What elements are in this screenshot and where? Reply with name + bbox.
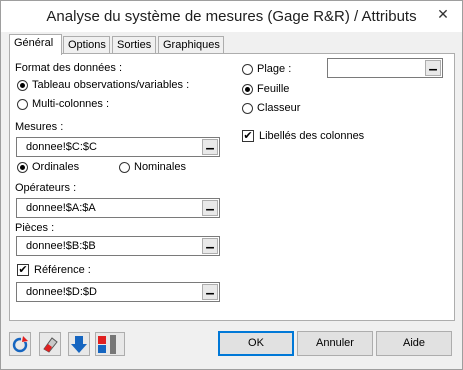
pieces-picker-button[interactable]: ▁ bbox=[202, 238, 218, 254]
tab-sorties[interactable]: Sorties bbox=[112, 36, 156, 54]
ok-button[interactable]: OK bbox=[218, 331, 294, 356]
nominales-label: Nominales bbox=[134, 161, 186, 173]
ordinales-radio[interactable] bbox=[17, 162, 28, 173]
down-arrow-icon bbox=[71, 336, 87, 353]
tab-options[interactable]: Options bbox=[63, 36, 110, 54]
operateurs-value: donnee!$A:$A bbox=[26, 202, 96, 214]
color-blocks-button[interactable] bbox=[95, 332, 125, 356]
feuille-label: Feuille bbox=[257, 83, 290, 95]
plage-field[interactable]: ▁ bbox=[327, 58, 443, 78]
mesures-picker-button[interactable]: ▁ bbox=[202, 139, 218, 155]
tab-graphiques[interactable]: Graphiques bbox=[158, 36, 224, 54]
tab-general[interactable]: Général bbox=[9, 34, 62, 55]
pieces-label: Pièces : bbox=[15, 222, 55, 234]
close-button[interactable]: ✕ bbox=[432, 5, 454, 23]
help-button[interactable]: Aide bbox=[376, 331, 452, 356]
format-table-radio[interactable] bbox=[17, 80, 28, 91]
plage-picker-button[interactable]: ▁ bbox=[425, 60, 441, 76]
cancel-button[interactable]: Annuler bbox=[297, 331, 373, 356]
mesures-label: Mesures : bbox=[15, 121, 64, 133]
general-panel: Format des données : Tableau observation… bbox=[9, 53, 455, 321]
format-label: Format des données : bbox=[15, 62, 123, 74]
ordinales-label: Ordinales bbox=[32, 161, 80, 173]
operateurs-field[interactable]: donnee!$A:$A ▁ bbox=[16, 198, 220, 218]
operateurs-picker-button[interactable]: ▁ bbox=[202, 200, 218, 216]
mesures-value: donnee!$C:$C bbox=[26, 141, 97, 153]
dialog-window: Analyse du système de mesures (Gage R&R)… bbox=[0, 0, 463, 370]
window-title: Analyse du système de mesures (Gage R&R)… bbox=[46, 8, 417, 25]
pieces-field[interactable]: donnee!$B:$B ▁ bbox=[16, 236, 220, 256]
plage-label: Plage : bbox=[257, 63, 292, 75]
reset-icon bbox=[12, 336, 28, 353]
down-arrow-button[interactable] bbox=[68, 332, 90, 356]
reference-field[interactable]: donnee!$D:$D ▁ bbox=[16, 282, 220, 302]
reset-button[interactable] bbox=[9, 332, 31, 356]
title-bar: Analyse du système de mesures (Gage R&R)… bbox=[1, 1, 462, 32]
reference-value: donnee!$D:$D bbox=[26, 286, 97, 298]
format-table-label: Tableau observations/variables : bbox=[32, 79, 190, 91]
eraser-icon bbox=[43, 337, 58, 353]
feuille-radio[interactable] bbox=[242, 84, 253, 95]
mesures-field[interactable]: donnee!$C:$C ▁ bbox=[16, 137, 220, 157]
column-labels-label: Libellés des colonnes bbox=[259, 130, 365, 142]
pieces-value: donnee!$B:$B bbox=[26, 240, 96, 252]
color-blocks-icon bbox=[98, 335, 116, 354]
column-labels-checkbox[interactable]: ✔ bbox=[242, 130, 254, 142]
classeur-label: Classeur bbox=[257, 102, 301, 114]
plage-radio[interactable] bbox=[242, 64, 253, 75]
format-multicol-radio[interactable] bbox=[17, 99, 28, 110]
nominales-radio[interactable] bbox=[119, 162, 130, 173]
operateurs-label: Opérateurs : bbox=[15, 182, 77, 194]
reference-picker-button[interactable]: ▁ bbox=[202, 284, 218, 300]
reference-checkbox[interactable]: ✔ bbox=[17, 264, 29, 276]
reference-label: Référence : bbox=[34, 264, 91, 276]
eraser-button[interactable] bbox=[39, 332, 61, 356]
classeur-radio[interactable] bbox=[242, 103, 253, 114]
format-multicol-label: Multi-colonnes : bbox=[32, 98, 110, 110]
